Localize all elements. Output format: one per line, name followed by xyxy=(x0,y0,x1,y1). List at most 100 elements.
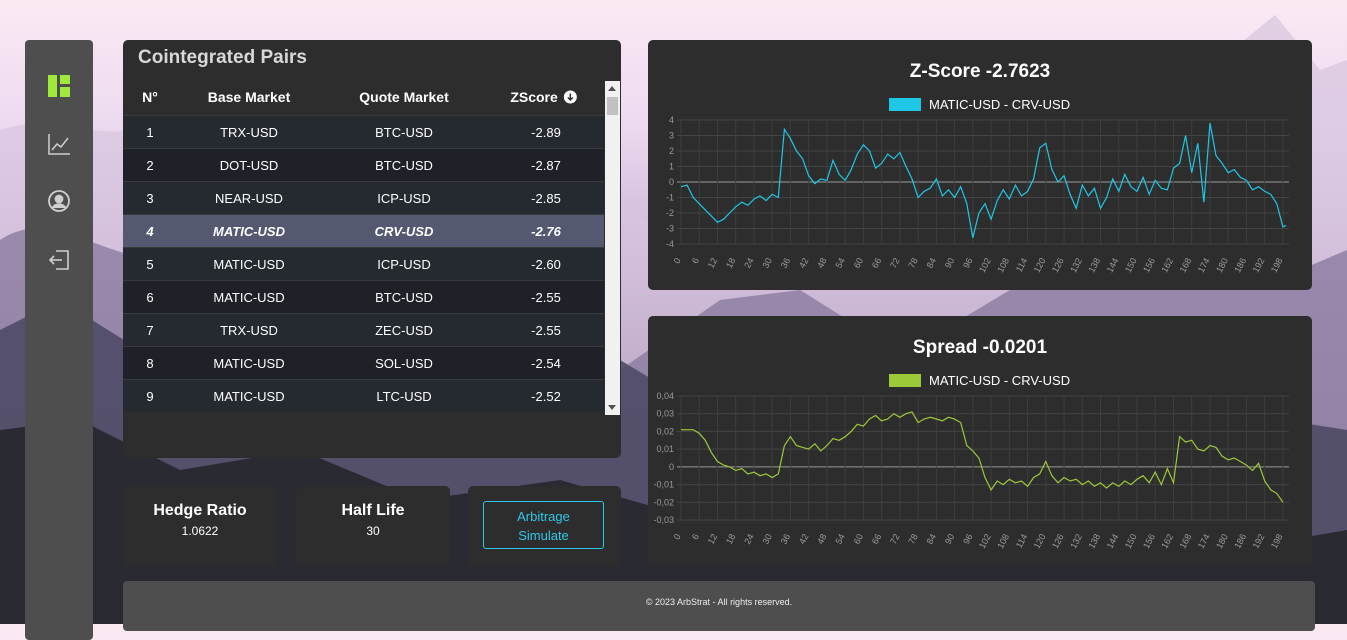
simulate-card: Arbitrage Simulate xyxy=(468,486,621,566)
x-tick-label: 102 xyxy=(977,532,993,550)
x-tick-label: 0 xyxy=(672,256,683,265)
cell-base: TRX-USD xyxy=(220,323,278,338)
x-tick-label: 192 xyxy=(1251,256,1267,274)
half-life-label: Half Life xyxy=(341,502,405,519)
x-tick-label: 156 xyxy=(1141,256,1157,274)
cell-quote: CRV-USD xyxy=(374,224,434,239)
dashboard-icon[interactable] xyxy=(47,74,71,98)
cell-zscore: -2.55 xyxy=(531,290,561,305)
x-tick-label: 78 xyxy=(906,256,920,270)
table-row[interactable]: 3 NEAR-USD ICP-USD -2.85 xyxy=(123,181,604,214)
cell-base: MATIC-USD xyxy=(213,389,285,404)
x-tick-label: 114 xyxy=(1014,532,1030,549)
x-tick-label: 198 xyxy=(1269,532,1285,550)
cell-base: TRX-USD xyxy=(220,125,278,140)
x-tick-label: 168 xyxy=(1178,256,1194,274)
x-tick-label: 126 xyxy=(1050,532,1066,550)
x-tick-label: 66 xyxy=(870,532,884,546)
y-tick-label: 0,01 xyxy=(656,444,674,454)
half-life-card: Half Life 30 xyxy=(296,486,450,566)
cell-n: 7 xyxy=(146,323,154,338)
x-tick-label: 54 xyxy=(833,256,847,270)
x-tick-label: 114 xyxy=(1014,256,1030,273)
x-tick-label: 138 xyxy=(1086,256,1102,274)
x-tick-label: 120 xyxy=(1032,256,1048,274)
x-tick-label: 108 xyxy=(995,256,1011,274)
y-tick-label: -4 xyxy=(666,239,674,249)
x-tick-label: 174 xyxy=(1196,532,1212,550)
x-tick-label: 30 xyxy=(760,532,774,546)
cell-n: 6 xyxy=(146,290,154,305)
table-row[interactable]: 8 MATIC-USD SOL-USD -2.54 xyxy=(123,346,604,379)
y-tick-label: 0,02 xyxy=(656,426,674,436)
x-tick-label: 18 xyxy=(724,532,738,546)
x-tick-label: 66 xyxy=(870,256,884,270)
hedge-ratio-label: Hedge Ratio xyxy=(153,502,247,519)
col-header-base[interactable]: Base Market xyxy=(208,89,291,105)
table-row[interactable]: 6 MATIC-USD BTC-USD -2.55 xyxy=(123,280,604,313)
x-tick-label: 60 xyxy=(852,256,866,270)
cell-zscore: -2.54 xyxy=(531,356,561,371)
cell-quote: BTC-USD xyxy=(375,158,433,173)
y-tick-label: 0,03 xyxy=(656,409,674,419)
x-tick-label: 126 xyxy=(1050,256,1066,274)
x-tick-label: 180 xyxy=(1214,256,1230,274)
cell-n: 2 xyxy=(146,158,154,173)
cointegrated-pairs-panel: Cointegrated Pairs N° Base Market Quote … xyxy=(123,40,621,458)
cell-quote: BTC-USD xyxy=(375,125,433,140)
cell-base: MATIC-USD xyxy=(213,356,285,371)
x-tick-label: 186 xyxy=(1232,532,1248,550)
x-tick-label: 12 xyxy=(706,532,720,546)
x-tick-label: 84 xyxy=(925,532,939,546)
x-tick-label: 6 xyxy=(690,256,701,265)
x-tick-label: 132 xyxy=(1068,532,1084,550)
y-tick-label: -0,03 xyxy=(653,515,674,525)
x-tick-label: 96 xyxy=(961,532,975,546)
col-header-n[interactable]: N° xyxy=(142,89,158,105)
arbitrage-simulate-button[interactable]: Arbitrage Simulate xyxy=(483,501,604,549)
x-tick-label: 36 xyxy=(779,532,793,546)
x-tick-label: 6 xyxy=(690,532,701,541)
x-tick-label: 90 xyxy=(943,532,957,546)
x-tick-label: 18 xyxy=(724,256,738,270)
y-tick-label: 1 xyxy=(669,162,674,172)
table-row[interactable]: 9 MATIC-USD LTC-USD -2.52 xyxy=(123,379,604,412)
x-tick-label: 48 xyxy=(815,256,829,270)
x-tick-label: 96 xyxy=(961,256,975,270)
cell-base: NEAR-USD xyxy=(215,191,283,206)
x-tick-label: 36 xyxy=(779,256,793,270)
cell-base: MATIC-USD xyxy=(213,224,285,239)
copyright-text: © 2023 ArbStrat - All rights reserved. xyxy=(645,597,793,607)
x-tick-label: 162 xyxy=(1159,532,1175,550)
y-tick-label: -0,02 xyxy=(653,497,674,507)
table-row[interactable]: 4 MATIC-USD CRV-USD -2.76 xyxy=(123,214,604,247)
y-tick-label: 2 xyxy=(669,146,674,156)
pairs-table-body: 1 TRX-USD BTC-USD -2.89 2 DOT-USD BTC-USD -2.87… xyxy=(123,115,604,415)
table-row[interactable]: 5 MATIC-USD ICP-USD -2.60 xyxy=(123,247,604,280)
table-scrollbar[interactable] xyxy=(605,81,620,415)
cell-base: MATIC-USD xyxy=(213,290,285,305)
x-tick-label: 186 xyxy=(1232,256,1248,274)
logout-icon[interactable] xyxy=(47,248,71,272)
user-icon[interactable] xyxy=(47,189,71,213)
cell-zscore: -2.52 xyxy=(531,389,561,404)
col-header-zscore[interactable]: ZScore xyxy=(510,89,578,105)
table-row[interactable]: 2 DOT-USD BTC-USD -2.87 xyxy=(123,148,604,181)
table-row[interactable]: 7 TRX-USD ZEC-USD -2.55 xyxy=(123,313,604,346)
line-chart-icon[interactable] xyxy=(47,132,71,156)
x-tick-label: 156 xyxy=(1141,532,1157,550)
x-tick-label: 150 xyxy=(1123,532,1139,550)
cell-n: 1 xyxy=(146,125,154,140)
cell-n: 9 xyxy=(146,389,154,404)
cell-zscore: -2.76 xyxy=(531,224,561,239)
zscore-chart-card: Z-Score -2.7623 MATIC-USD - CRV-USD 4321… xyxy=(648,40,1312,290)
x-tick-label: 168 xyxy=(1178,532,1194,550)
sort-down-icon[interactable] xyxy=(564,90,578,104)
col-header-quote[interactable]: Quote Market xyxy=(359,89,448,105)
table-row[interactable]: 1 TRX-USD BTC-USD -2.89 xyxy=(123,115,604,148)
hedge-ratio-card: Hedge Ratio 1.0622 xyxy=(123,486,277,566)
sidebar xyxy=(25,40,93,640)
x-tick-label: 84 xyxy=(925,256,939,270)
x-tick-label: 138 xyxy=(1086,532,1102,550)
scrollbar-thumb[interactable] xyxy=(607,97,618,115)
